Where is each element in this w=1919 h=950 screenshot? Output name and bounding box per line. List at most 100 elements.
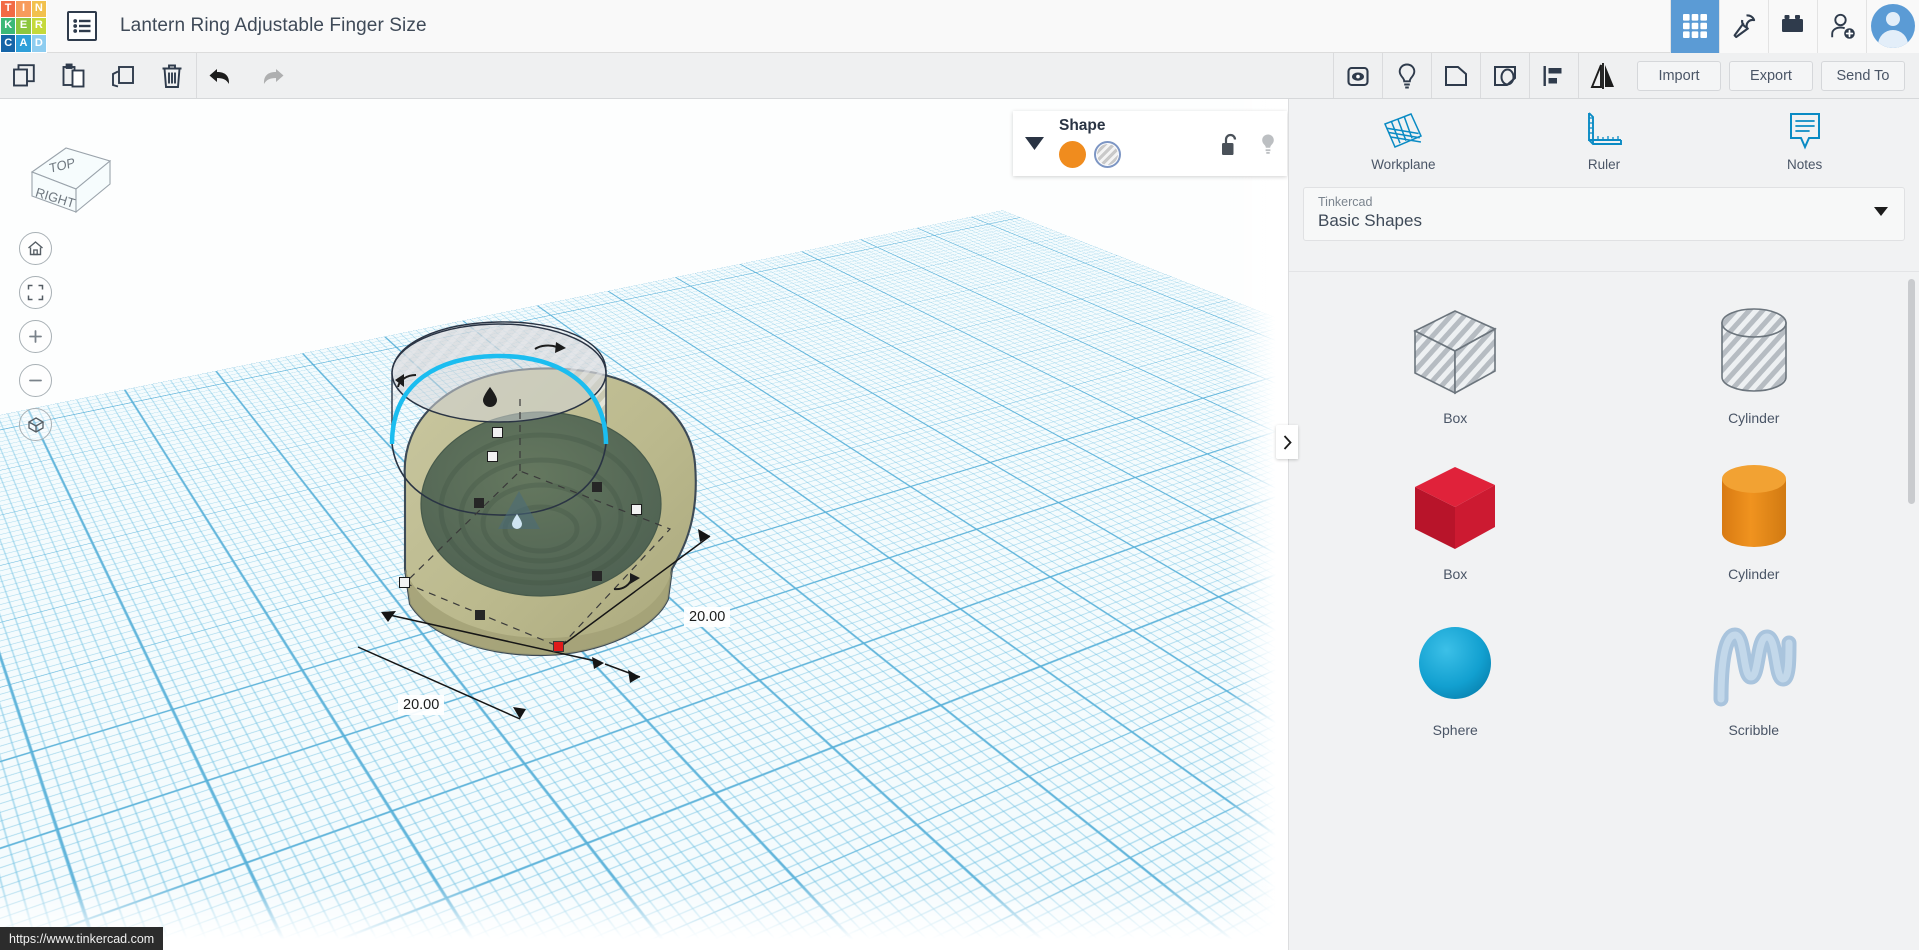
shape-library-scrollbar[interactable]	[1908, 279, 1915, 504]
copy-button[interactable]	[0, 53, 49, 98]
delete-button[interactable]	[147, 53, 196, 98]
ungroup-icon	[1491, 62, 1519, 90]
ruler-tool-label: Ruler	[1588, 157, 1620, 172]
object-render	[0, 99, 1288, 950]
show-hide-icon	[1344, 62, 1372, 90]
3d-canvas[interactable]: TOP RIGHT	[0, 99, 1288, 950]
lego-brick-icon	[1779, 14, 1807, 38]
shape-panel-actions	[1221, 133, 1277, 162]
undo-button[interactable]	[197, 53, 246, 98]
mirror-button[interactable]	[1578, 53, 1627, 98]
add-collaborator-button[interactable]	[1817, 0, 1866, 53]
grid-apps-button[interactable]	[1670, 0, 1719, 53]
shape-label: Sphere	[1433, 722, 1478, 738]
panel-collapse-tab[interactable]	[1276, 425, 1298, 459]
tinkercad-logo[interactable]: T I N K E R C A D	[0, 0, 47, 53]
caret-down-icon	[1874, 207, 1888, 216]
workplane-tool-label: Workplane	[1371, 157, 1435, 172]
light-bulb-icon	[1394, 62, 1420, 90]
shape-card-cylinder-orange[interactable]: Cylinder	[1610, 446, 1899, 602]
dimension-label-x[interactable]: 20.00	[684, 607, 730, 627]
shape-properties-panel: Shape	[1013, 111, 1287, 176]
list-icon	[73, 19, 91, 33]
resize-handle-left[interactable]	[399, 577, 410, 588]
user-avatar-button[interactable]	[1866, 0, 1919, 53]
solid-color-swatch[interactable]	[1059, 141, 1086, 168]
shape-light-button[interactable]	[1259, 133, 1277, 162]
shape-thumb	[1714, 296, 1794, 406]
shape-card-scribble[interactable]: Scribble	[1610, 602, 1899, 758]
resize-handle-side[interactable]	[592, 571, 602, 581]
logo-letter: T	[1, 1, 15, 17]
export-button[interactable]: Export	[1729, 61, 1813, 91]
group-button[interactable]	[1431, 53, 1480, 98]
ungroup-button[interactable]	[1480, 53, 1529, 98]
ruler-icon	[1582, 110, 1626, 152]
resize-handle-bottom[interactable]	[475, 610, 485, 620]
workplane-icon	[1381, 110, 1425, 152]
shape-thumb	[1407, 452, 1503, 562]
align-button[interactable]	[1529, 53, 1578, 98]
logo-letter: K	[1, 18, 15, 34]
document-list-button[interactable]	[67, 11, 97, 41]
notes-tool[interactable]: Notes	[1704, 110, 1905, 172]
box-hole-icon	[1407, 301, 1503, 401]
minecraft-button[interactable]	[1719, 0, 1768, 53]
light-button[interactable]	[1382, 53, 1431, 98]
duplicate-icon	[110, 63, 136, 89]
right-panel: Workplane Ruler	[1288, 99, 1919, 950]
undo-icon	[207, 64, 237, 88]
ruler-tool[interactable]: Ruler	[1504, 110, 1705, 172]
document-title[interactable]: Lantern Ring Adjustable Finger Size	[120, 15, 427, 37]
send-to-button[interactable]: Send To	[1821, 61, 1905, 91]
cylinder-orange-icon	[1714, 457, 1794, 557]
unlock-icon	[1221, 133, 1240, 157]
resize-handle-corner-selected[interactable]	[553, 641, 564, 652]
shape-label: Cylinder	[1728, 410, 1779, 426]
logo-letter: R	[32, 18, 46, 34]
shape-card-box-hole[interactable]: Box	[1311, 290, 1600, 446]
shape-label: Scribble	[1728, 722, 1779, 738]
notes-icon	[1785, 110, 1825, 152]
light-bulb-icon	[1259, 133, 1277, 157]
codeblocks-button[interactable]	[1768, 0, 1817, 53]
resize-handle-top-back[interactable]	[592, 482, 602, 492]
hole-swatch[interactable]	[1094, 141, 1121, 168]
scribble-icon	[1709, 613, 1799, 713]
object-top-cavity	[421, 412, 661, 596]
sphere-blue-icon	[1412, 613, 1498, 713]
group-icon	[1442, 62, 1470, 90]
resize-handle-right[interactable]	[631, 504, 642, 515]
height-handle-lower[interactable]	[487, 451, 498, 462]
paste-button[interactable]	[49, 53, 98, 98]
shape-card-box-red[interactable]: Box	[1311, 446, 1600, 602]
height-handle-upper[interactable]	[492, 427, 503, 438]
avatar	[1871, 4, 1915, 48]
shape-thumb	[1714, 452, 1794, 562]
selected-3d-object[interactable]: 20.00 20.00	[0, 99, 1288, 950]
import-button[interactable]: Import	[1637, 61, 1721, 91]
redo-button[interactable]	[246, 53, 295, 98]
notes-tool-label: Notes	[1787, 157, 1822, 172]
shape-label: Box	[1443, 566, 1467, 582]
workplane-tool[interactable]: Workplane	[1303, 110, 1504, 172]
copy-icon	[12, 63, 38, 89]
shape-card-sphere-blue[interactable]: Sphere	[1311, 602, 1600, 758]
shape-card-cylinder-hole[interactable]: Cylinder	[1610, 290, 1899, 446]
duplicate-button[interactable]	[98, 53, 147, 98]
shape-library-grid: Box Cylinder	[1289, 271, 1919, 950]
unlock-button[interactable]	[1221, 133, 1240, 162]
add-user-icon	[1828, 12, 1856, 40]
shape-thumb	[1407, 296, 1503, 406]
library-name-label: Basic Shapes	[1318, 211, 1890, 231]
shape-library-dropdown[interactable]: Tinkercad Basic Shapes	[1303, 187, 1905, 241]
chevron-right-icon	[1283, 435, 1292, 450]
redo-icon	[256, 64, 286, 88]
shape-panel-collapse-button[interactable]	[1013, 111, 1055, 176]
dimension-label-y[interactable]: 20.00	[398, 695, 444, 715]
shape-panel-body: Shape	[1055, 111, 1287, 176]
align-icon	[1541, 63, 1567, 89]
show-hide-button[interactable]	[1333, 53, 1382, 98]
resize-handle-top-left[interactable]	[474, 498, 484, 508]
shape-thumb	[1412, 608, 1498, 718]
